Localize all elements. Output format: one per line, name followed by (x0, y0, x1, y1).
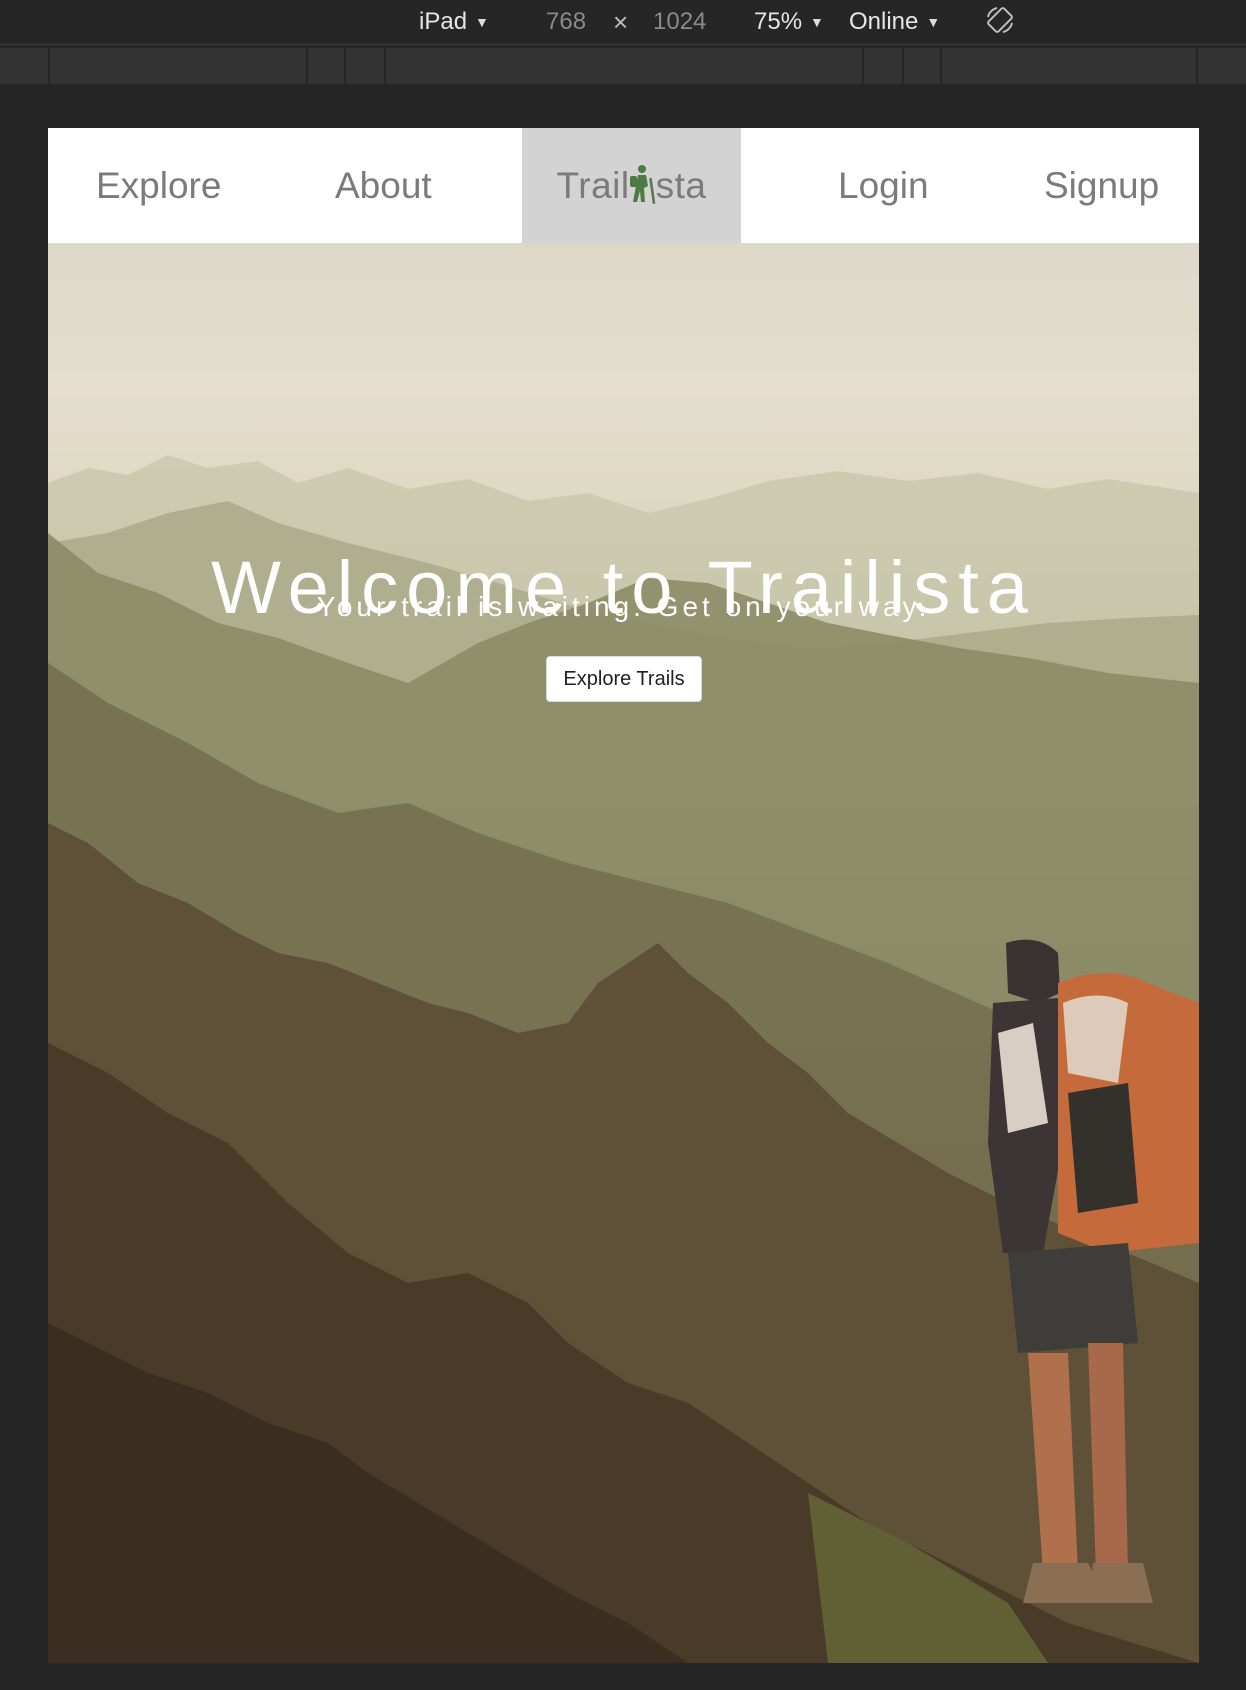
chevron-down-icon: ▼ (475, 14, 489, 30)
logo-text-start: Trail (556, 165, 630, 206)
zoom-select[interactable]: 75% ▼ (754, 6, 824, 38)
media-query-marker[interactable] (902, 48, 904, 84)
width-input[interactable]: 768 (546, 6, 586, 38)
hiker-icon (629, 165, 655, 204)
dimension-separator: × (613, 6, 629, 37)
nav-signup-link[interactable]: Signup (1044, 128, 1159, 243)
nav-login-link[interactable]: Login (838, 128, 929, 243)
media-query-marker[interactable] (1196, 48, 1198, 84)
media-query-marker[interactable] (384, 48, 386, 84)
rotate-icon[interactable] (985, 5, 1015, 35)
device-viewport: Explore About Trail sta Login Signup Wel… (48, 128, 1199, 1663)
nav-explore-link[interactable]: Explore (96, 128, 221, 243)
device-select-label: iPad (419, 8, 468, 35)
explore-trails-button[interactable]: Explore Trails (546, 656, 702, 702)
network-select[interactable]: Online ▼ (849, 6, 940, 38)
nav-about-link[interactable]: About (335, 128, 432, 243)
media-query-marker[interactable] (862, 48, 864, 84)
network-label: Online (849, 8, 919, 35)
logo-text-end: sta (655, 165, 707, 206)
media-query-marker[interactable] (940, 48, 942, 84)
device-toolbar: iPad ▼ 768 × 1024 75% ▼ Online ▼ (0, 0, 1246, 45)
device-select[interactable]: iPad ▼ (419, 6, 489, 38)
chevron-down-icon: ▼ (926, 14, 941, 30)
media-query-marker[interactable] (48, 48, 50, 84)
media-query-bar (0, 48, 1246, 84)
hero-section: Welcome to Trailista Your trail is waiti… (48, 243, 1199, 1663)
site-navbar: Explore About Trail sta Login Signup (48, 128, 1199, 243)
hero-subtitle: Your trail is waiting. Get on your way. (316, 591, 931, 622)
brand-logo[interactable]: Trail sta (522, 128, 741, 243)
height-input[interactable]: 1024 (653, 6, 706, 38)
hero-background-image (48, 455, 1199, 1663)
chevron-down-icon: ▼ (810, 14, 824, 30)
zoom-label: 75% (754, 8, 803, 35)
media-query-marker[interactable] (344, 48, 346, 84)
media-query-marker[interactable] (306, 48, 308, 84)
